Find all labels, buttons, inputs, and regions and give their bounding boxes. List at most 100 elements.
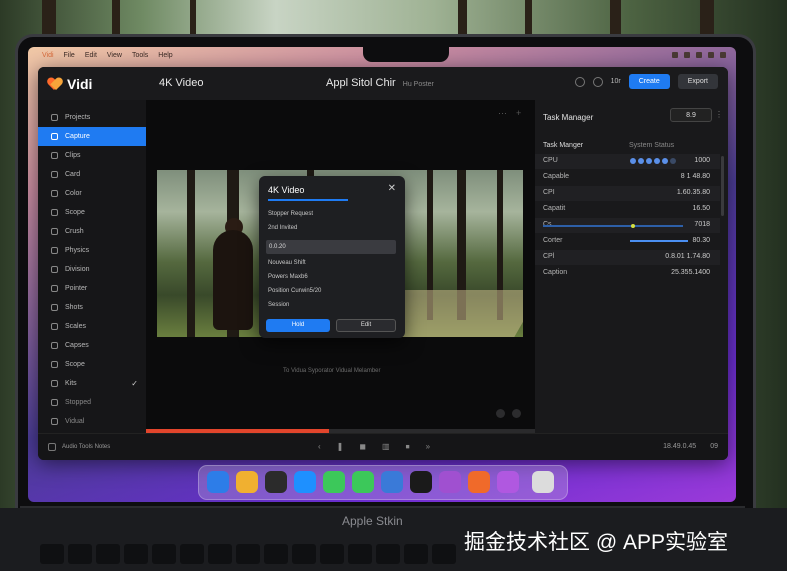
facetime-icon[interactable] <box>352 471 374 493</box>
settings-icon[interactable] <box>574 76 585 87</box>
color-icon <box>51 190 58 197</box>
keyboard-key <box>376 544 400 564</box>
panel-scrollbar[interactable] <box>721 156 724 216</box>
bottom-left: Audio Tools Notes <box>48 443 110 451</box>
video-preview: ⋯ + 4K Video ✕ Stopper Request 2nd Invit… <box>146 100 535 433</box>
mail-icon[interactable] <box>381 471 403 493</box>
forward-icon[interactable]: » <box>426 442 430 452</box>
sidebar-item-physics[interactable]: Physics <box>38 241 146 260</box>
scope-icon <box>51 361 58 368</box>
sidebar-item-label: Stopped <box>65 399 92 406</box>
keyboard-key <box>96 544 120 564</box>
sidebar-item-color[interactable]: Color <box>38 184 146 203</box>
dialog-input-field[interactable]: 0.0.20 <box>266 240 396 254</box>
keyboard-key <box>68 544 92 564</box>
wifi-icon[interactable] <box>684 52 690 58</box>
sidebar-item-clips[interactable]: Clips <box>38 146 146 165</box>
screen: Vidi File Edit View Tools Help Vidi 4K V… <box>28 47 736 502</box>
sidebar-item-label: Color <box>65 190 82 197</box>
sidebar: Projects Capture Clips Card Color Scope … <box>38 100 147 433</box>
sidebar-item-card[interactable]: Card <box>38 165 146 184</box>
sidebar-item-scales[interactable]: Scales <box>38 317 146 336</box>
cpu-dots <box>630 158 676 164</box>
dialog-cancel-button[interactable]: Edit <box>336 319 396 332</box>
sidebar-item-kits[interactable]: Kits ✓ <box>38 374 146 393</box>
close-icon[interactable]: ✕ <box>388 183 396 194</box>
sidebar-item-label: Physics <box>65 247 90 254</box>
metric-row-cs: Cs 7018 <box>535 218 720 233</box>
sidebar-item-pointer[interactable]: Pointer <box>38 279 146 298</box>
sidebar-item-capses[interactable]: Capses <box>38 336 146 355</box>
panel-select[interactable]: 8.9 <box>670 108 712 122</box>
sidebar-item-shots[interactable]: Shots <box>38 298 146 317</box>
menu-item-app[interactable]: Vidi <box>42 52 54 59</box>
dialog-line-5: Position Curwin5/20 <box>268 288 322 294</box>
zoom-level[interactable]: 09 <box>710 443 718 450</box>
sidebar-item-label: Capses <box>65 342 89 349</box>
sidebar-item-projects[interactable]: Projects <box>38 108 146 127</box>
sidebar-item-division[interactable]: Division <box>38 260 146 279</box>
metric-label: Capatit <box>543 205 566 212</box>
sidebar-item-stopped[interactable]: Stopped <box>38 393 146 412</box>
fullscreen-icon[interactable] <box>512 409 521 418</box>
play-pause-icon[interactable]: ❚ <box>337 442 344 452</box>
capture-icon <box>51 133 58 140</box>
panel-header-sub: System Status <box>629 142 675 149</box>
previous-icon[interactable]: ‹ <box>318 442 321 452</box>
stop-icon[interactable]: ◼ <box>359 442 366 452</box>
add-icon[interactable]: + <box>516 108 521 118</box>
sidebar-item-scope-2[interactable]: Scope <box>38 355 146 374</box>
menu-item-file[interactable]: File <box>64 52 75 59</box>
metric-row-capable: Capable 8 1 48.80 <box>535 170 720 185</box>
keyboard-key <box>292 544 316 564</box>
podcasts-icon[interactable] <box>497 471 519 493</box>
siri-icon[interactable] <box>720 52 726 58</box>
podcast-icon[interactable] <box>439 471 461 493</box>
expand-icon[interactable]: ⋯ <box>498 108 507 119</box>
cs-slider[interactable] <box>543 224 683 228</box>
logic-icon[interactable] <box>410 471 432 493</box>
sidebar-item-label: Division <box>65 266 90 273</box>
timecode: 18.49.0.45 <box>663 443 697 450</box>
more-icon[interactable]: ⋮ <box>715 110 723 119</box>
sidebar-item-crush[interactable]: Crush <box>38 222 146 241</box>
keyboard-key <box>404 544 428 564</box>
search-icon[interactable] <box>708 52 714 58</box>
messages-icon[interactable] <box>323 471 345 493</box>
menu-item-view[interactable]: View <box>107 52 122 59</box>
frame-icon[interactable]: ⏹ <box>406 442 410 452</box>
metric-value: 80.30 <box>692 237 710 244</box>
volume-icon[interactable] <box>496 409 505 418</box>
share-icon[interactable] <box>592 76 603 87</box>
export-button[interactable]: Export <box>677 74 718 89</box>
split-icon[interactable]: ▥ <box>382 442 390 452</box>
sidebar-item-scope[interactable]: Scope <box>38 203 146 222</box>
sidebar-item-label: Scope <box>65 209 85 216</box>
keyboard-key <box>40 544 64 564</box>
dialog-ok-button[interactable]: Hold <box>266 319 330 332</box>
menu-item-edit[interactable]: Edit <box>85 52 97 59</box>
crush-icon <box>51 228 58 235</box>
scales-icon <box>51 323 58 330</box>
sidebar-item-vidual[interactable]: Vidual <box>38 412 146 431</box>
appstore-icon[interactable] <box>294 471 316 493</box>
trash-icon[interactable] <box>532 471 554 493</box>
create-button[interactable]: Create <box>628 74 670 89</box>
audio-icon[interactable] <box>48 443 56 451</box>
finder-icon[interactable] <box>207 471 229 493</box>
slider-knob[interactable] <box>631 224 635 228</box>
control-center-icon[interactable] <box>672 52 678 58</box>
dashboard-icon[interactable] <box>265 471 287 493</box>
battery-icon[interactable] <box>696 52 702 58</box>
sidebar-item-capture[interactable]: Capture <box>38 127 146 146</box>
toolbar-label[interactable]: 10r <box>611 78 621 85</box>
keyboard-key <box>320 544 344 564</box>
garageband-icon[interactable] <box>468 471 490 493</box>
dialog-line-6: Session <box>268 302 290 308</box>
menu-item-help[interactable]: Help <box>158 52 172 59</box>
preview-caption: To Vidua Syporator Vidual Melamber <box>283 368 381 374</box>
sidebar-item-label: Projects <box>65 114 91 121</box>
photos-icon[interactable] <box>236 471 258 493</box>
menu-item-tools[interactable]: Tools <box>132 52 148 59</box>
playback-controls: ‹ ❚ ◼ ▥ ⏹ » <box>318 442 430 452</box>
